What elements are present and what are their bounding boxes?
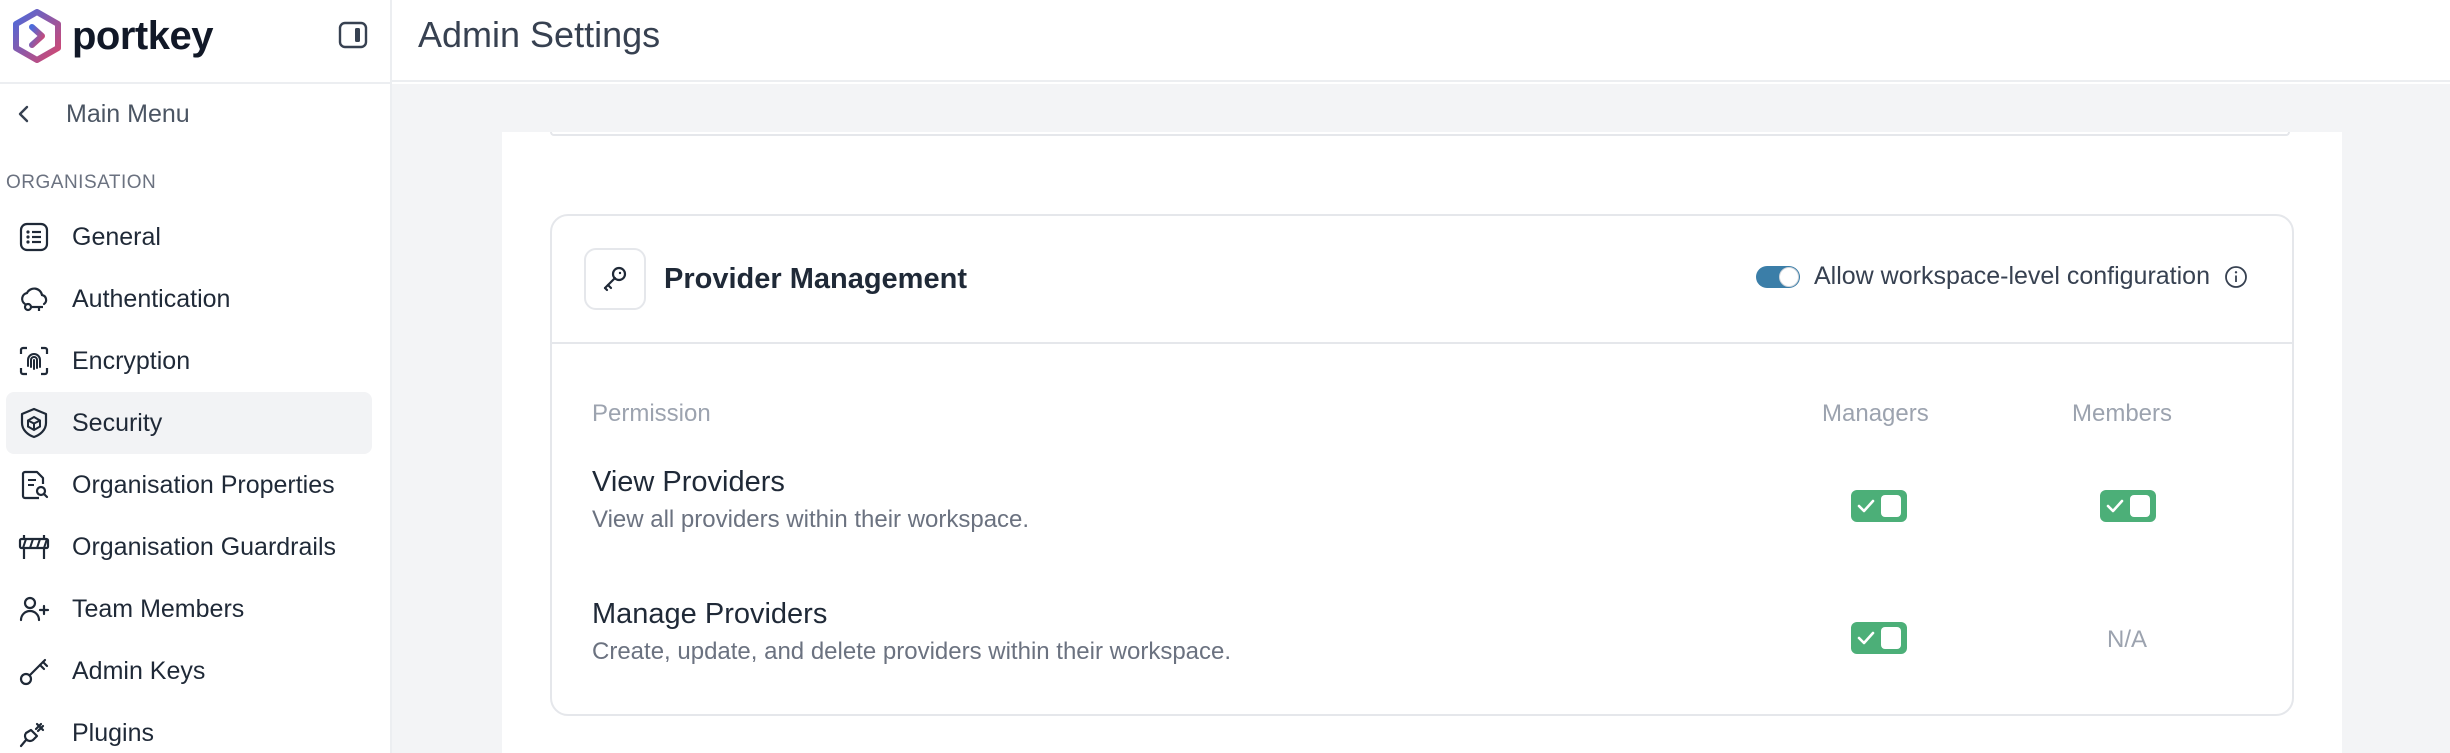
sidebar-item-admin-keys[interactable]: Admin Keys bbox=[6, 640, 372, 702]
sidebar-item-authentication[interactable]: Authentication bbox=[6, 268, 372, 330]
card-header: Provider Management Allow workspace-leve… bbox=[552, 216, 2292, 344]
sidebar: portkey Main Menu ORGANISATION General A… bbox=[0, 0, 392, 753]
info-icon[interactable] bbox=[2224, 265, 2248, 289]
fingerprint-icon bbox=[16, 343, 52, 379]
toggle-knob bbox=[1778, 266, 1799, 287]
members-column-header: Members bbox=[2072, 400, 2173, 427]
shield-icon bbox=[16, 405, 52, 441]
view-providers-managers-toggle[interactable] bbox=[1851, 490, 1907, 522]
sidebar-item-label: Security bbox=[72, 408, 163, 437]
users-add-icon bbox=[16, 591, 52, 627]
managers-column-header: Managers bbox=[1822, 400, 1929, 427]
sidebar-item-label: Admin Keys bbox=[72, 656, 206, 685]
sidebar-collapse-icon[interactable] bbox=[338, 20, 368, 50]
sidebar-nav: General Authentication Encryption Securi… bbox=[6, 206, 372, 753]
provider-management-card: Provider Management Allow workspace-leve… bbox=[550, 214, 2294, 716]
permission-column-header: Permission bbox=[592, 400, 711, 427]
sidebar-item-general[interactable]: General bbox=[6, 206, 372, 268]
list-icon bbox=[16, 219, 52, 255]
page-title: Admin Settings bbox=[418, 14, 661, 55]
sidebar-item-organisation-properties[interactable]: Organisation Properties bbox=[6, 454, 372, 516]
sidebar-item-team-members[interactable]: Team Members bbox=[6, 578, 372, 640]
brand-name: portkey bbox=[72, 13, 214, 58]
workspace-config-toggle[interactable] bbox=[1755, 265, 1800, 288]
toggle-box bbox=[2130, 495, 2150, 517]
main-content: Provider Management Allow workspace-leve… bbox=[392, 84, 2450, 753]
toggle-box bbox=[1881, 495, 1901, 517]
settings-panel: Provider Management Allow workspace-leve… bbox=[502, 132, 2342, 753]
previous-card-edge bbox=[550, 132, 2290, 136]
row-desc-manage-providers: Create, update, and delete providers wit… bbox=[592, 638, 1232, 665]
main-menu-back[interactable]: Main Menu bbox=[10, 94, 190, 134]
main-menu-label: Main Menu bbox=[66, 99, 190, 128]
cloud-key-icon bbox=[16, 281, 52, 317]
toggle-box bbox=[1881, 627, 1901, 649]
view-providers-members-toggle[interactable] bbox=[2100, 490, 2156, 522]
section-label: ORGANISATION bbox=[6, 172, 157, 193]
row-desc-view-providers: View all providers within their workspac… bbox=[592, 506, 1030, 533]
manage-providers-members-na: N/A bbox=[2107, 626, 2148, 653]
key-icon bbox=[16, 653, 52, 689]
card-title: Provider Management bbox=[664, 263, 967, 295]
sidebar-item-label: Organisation Guardrails bbox=[72, 532, 337, 561]
sidebar-item-label: General bbox=[72, 222, 161, 251]
workspace-config-toggle-group: Allow workspace-level configuration bbox=[1755, 262, 2248, 291]
row-title-view-providers: View Providers bbox=[592, 466, 785, 498]
check-icon bbox=[2106, 499, 2124, 513]
chevron-left-icon bbox=[18, 105, 29, 123]
plug-icon bbox=[16, 715, 52, 751]
sidebar-item-label: Authentication bbox=[72, 284, 231, 313]
document-search-icon bbox=[16, 467, 52, 503]
sidebar-item-organisation-guardrails[interactable]: Organisation Guardrails bbox=[6, 516, 372, 578]
sidebar-item-label: Encryption bbox=[72, 346, 191, 375]
sidebar-item-plugins[interactable]: Plugins bbox=[6, 702, 372, 753]
check-icon bbox=[1857, 631, 1875, 645]
sidebar-item-encryption[interactable]: Encryption bbox=[6, 330, 372, 392]
barrier-icon bbox=[16, 529, 52, 565]
sidebar-divider bbox=[0, 82, 390, 84]
sidebar-item-label: Team Members bbox=[72, 594, 245, 623]
top-bar: Admin Settings bbox=[392, 0, 2450, 82]
portkey-logo-icon bbox=[13, 9, 61, 63]
provider-key-icon bbox=[584, 248, 646, 310]
brand[interactable]: portkey bbox=[10, 8, 214, 64]
sidebar-item-label: Plugins bbox=[72, 718, 154, 747]
workspace-config-label: Allow workspace-level configuration bbox=[1813, 262, 2210, 290]
sidebar-item-security[interactable]: Security bbox=[6, 392, 372, 454]
check-icon bbox=[1857, 499, 1875, 513]
manage-providers-managers-toggle[interactable] bbox=[1851, 622, 1907, 654]
sidebar-item-label: Organisation Properties bbox=[72, 470, 335, 499]
row-title-manage-providers: Manage Providers bbox=[592, 598, 828, 630]
